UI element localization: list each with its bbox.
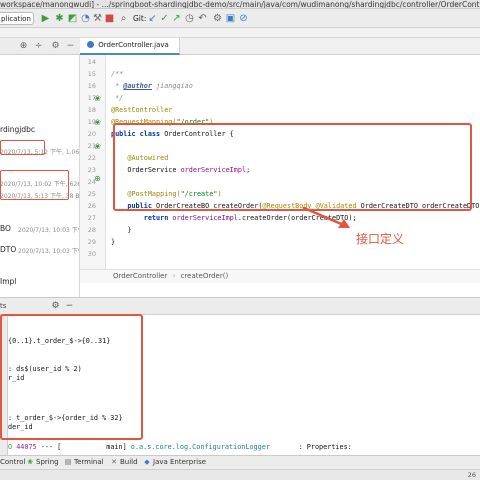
tree-item-module[interactable]: rdingjdbc <box>0 125 35 134</box>
git-push-icon[interactable]: ↗ <box>171 13 182 24</box>
line-number: 18 <box>87 106 96 114</box>
line-number: 28 <box>87 226 96 234</box>
tool-build[interactable]: ✕ Build <box>110 456 138 469</box>
run-icon[interactable]: ▶ <box>40 13 51 24</box>
minimize-icon[interactable]: − <box>65 41 76 52</box>
line-number: 27 <box>87 214 96 222</box>
spring-bean-icon[interactable]: ❀ <box>93 118 102 127</box>
java-class-icon <box>87 41 94 48</box>
revert-icon[interactable]: ↶ <box>197 13 208 24</box>
run-panel-header: ts ⚙ − <box>0 297 480 315</box>
window-title: workspace/manongwudi] - .../springboot-s… <box>0 0 480 9</box>
build-icon: ✕ <box>111 458 117 466</box>
layout-icon[interactable]: ▣ <box>225 13 236 24</box>
tree-item-file[interactable]: DTO <box>0 245 16 254</box>
gear-icon[interactable]: ⚙ <box>50 301 61 312</box>
tab-label: OrderController.java <box>98 41 169 49</box>
line-number: 15 <box>87 70 96 78</box>
project-highlight-box <box>0 140 45 155</box>
run-configuration-label: plication <box>1 15 31 23</box>
gear-icon[interactable]: ⚙ <box>50 41 61 52</box>
profile-icon[interactable]: ◔ <box>80 13 91 24</box>
line-number: 25 <box>87 190 96 198</box>
main-toolbar: plication ▾ ▶ ✱ ◩ ◔ ⚒ ■ ⌕ Git: ↙ ✓ ↗ ◷ ↶… <box>0 9 480 28</box>
line-number: 14 <box>87 58 96 66</box>
java-enterprise-icon: ◆ <box>144 458 150 466</box>
block-icon[interactable]: ⊘ <box>238 13 249 24</box>
tree-item-meta: 2020/7/13, 10:03 下午, <box>18 248 80 255</box>
callout-arrow-icon <box>302 206 350 228</box>
line-number: 29 <box>87 238 96 246</box>
tool-version-control[interactable]: Control <box>0 456 25 469</box>
run-panel-title: ts <box>0 302 7 310</box>
code-line: */ <box>111 94 124 102</box>
git-label: Git: <box>133 14 147 23</box>
navigation-strip <box>0 28 480 38</box>
line-number: 30 <box>87 250 96 258</box>
line-number: 20 <box>87 130 96 138</box>
code-line: /** <box>111 70 124 78</box>
tool-terminal[interactable]: ▤ Terminal <box>64 456 104 469</box>
coverage-icon[interactable]: ◩ <box>67 13 78 24</box>
console-highlight-box <box>0 314 143 440</box>
breadcrumb-method[interactable]: createOrder() <box>181 272 229 280</box>
editor-tab-bar: OrderController.java <box>80 38 480 55</box>
code-line: } <box>111 238 116 246</box>
terminal-icon: ▤ <box>64 458 72 466</box>
breadcrumb-separator: › <box>172 272 176 280</box>
tool-java-enterprise[interactable]: ◆ Java Enterprise <box>143 456 206 469</box>
console-log-line: O 44075 --- [ main] o.a.s.core.log.Confi… <box>8 443 352 451</box>
window-title-bar: workspace/manongwudi] - .../springboot-s… <box>0 0 480 9</box>
callout-label: 接口定义 <box>356 232 405 246</box>
autowire-icon[interactable]: ❀ <box>93 142 102 151</box>
tree-item-file[interactable]: BO <box>0 224 11 233</box>
run-configuration-select[interactable]: plication ▾ <box>0 12 34 25</box>
interface-highlight-box <box>113 123 472 211</box>
status-bar: 26 <box>0 469 480 480</box>
spring-icon: ❀ <box>27 458 33 466</box>
search-icon[interactable]: ⌕ <box>118 13 129 24</box>
tree-item-file[interactable]: Impl <box>0 277 16 286</box>
minimize-icon[interactable]: − <box>64 301 75 312</box>
tool-spring[interactable]: ❀ Spring <box>26 456 59 469</box>
git-update-icon[interactable]: ↙ <box>147 13 158 24</box>
project-highlight-box <box>0 170 69 200</box>
scope-icon[interactable]: ⊕ <box>18 41 29 52</box>
breadcrumb-class[interactable]: OrderController <box>113 272 167 280</box>
tree-item-meta: 2020/7/13, 10:03 下午, 1 <box>18 227 79 234</box>
code-line: @RestController <box>111 106 173 114</box>
tool-window-bar: Control ❀ Spring ▤ Terminal ✕ Build ◆ Java E… <box>0 455 480 469</box>
editor-bottom-space <box>80 283 480 297</box>
build-icon[interactable]: ⚒ <box>92 13 103 24</box>
line-number: 23 <box>87 166 96 174</box>
split-icon[interactable]: ÷ <box>33 41 44 52</box>
line-number: 26 <box>87 202 96 210</box>
spring-bean-icon[interactable]: ❀ <box>93 94 102 103</box>
tab-order-controller[interactable]: OrderController.java <box>80 38 180 55</box>
breadcrumb: OrderController › createOrder() <box>80 269 480 283</box>
debug-icon[interactable]: ✱ <box>54 13 65 24</box>
stop-icon[interactable]: ■ <box>104 13 115 24</box>
code-line: } <box>111 226 132 234</box>
endpoint-icon[interactable]: ⊕ <box>93 174 102 183</box>
code-line: * @author jiangqiao <box>111 82 193 90</box>
settings-icon[interactable]: ⚙ <box>212 13 223 24</box>
editor-gutter: 14 15 16 17 18 19 20 21 22 23 24 25 26 2… <box>80 55 106 269</box>
chevron-down-icon: ▾ <box>33 16 34 23</box>
git-commit-icon[interactable]: ✓ <box>159 13 170 24</box>
line-number: 16 <box>87 82 96 90</box>
project-tool-header: ⊕ ÷ ⚙ − <box>0 38 80 55</box>
history-icon[interactable]: ◷ <box>184 13 195 24</box>
status-bar-position[interactable]: 26 <box>468 470 476 480</box>
line-number: 22 <box>87 154 96 162</box>
